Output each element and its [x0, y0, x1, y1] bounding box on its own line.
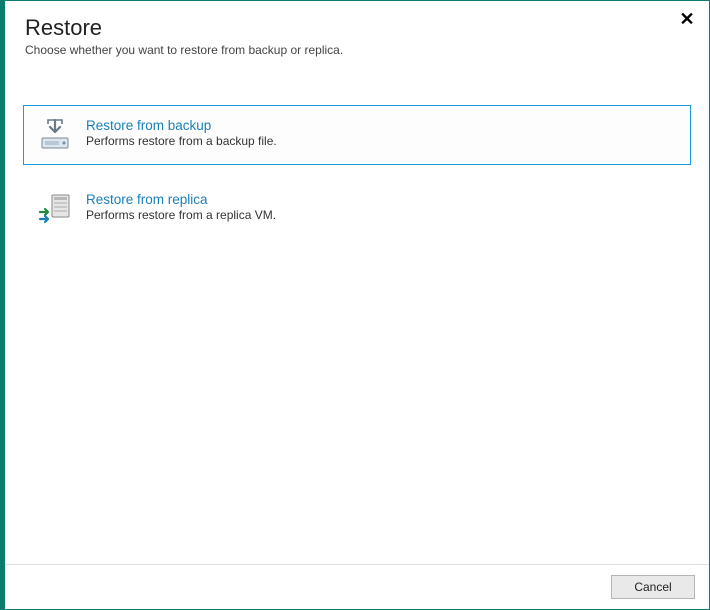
cancel-button[interactable]: Cancel [611, 575, 695, 599]
close-icon: ✕ [679, 9, 694, 30]
option-description: Performs restore from a replica VM. [86, 208, 676, 222]
option-title: Restore from backup [86, 118, 676, 133]
option-title: Restore from replica [86, 192, 676, 207]
option-description: Performs restore from a backup file. [86, 134, 676, 148]
option-restore-from-replica[interactable]: Restore from replica Performs restore fr… [23, 179, 691, 239]
option-text: Restore from backup Performs restore fro… [86, 118, 676, 148]
backup-restore-icon [38, 118, 72, 152]
dialog-header: Restore Choose whether you want to resto… [5, 1, 709, 65]
dialog-content: Restore from backup Performs restore fro… [5, 65, 709, 564]
close-button[interactable]: ✕ [677, 9, 697, 29]
dialog-footer: Cancel [5, 564, 709, 609]
option-restore-from-backup[interactable]: Restore from backup Performs restore fro… [23, 105, 691, 165]
dialog-subtitle: Choose whether you want to restore from … [25, 43, 689, 57]
option-text: Restore from replica Performs restore fr… [86, 192, 676, 222]
dialog-title: Restore [25, 15, 689, 41]
restore-dialog: ✕ Restore Choose whether you want to res… [0, 0, 710, 610]
replica-restore-icon [38, 192, 72, 226]
